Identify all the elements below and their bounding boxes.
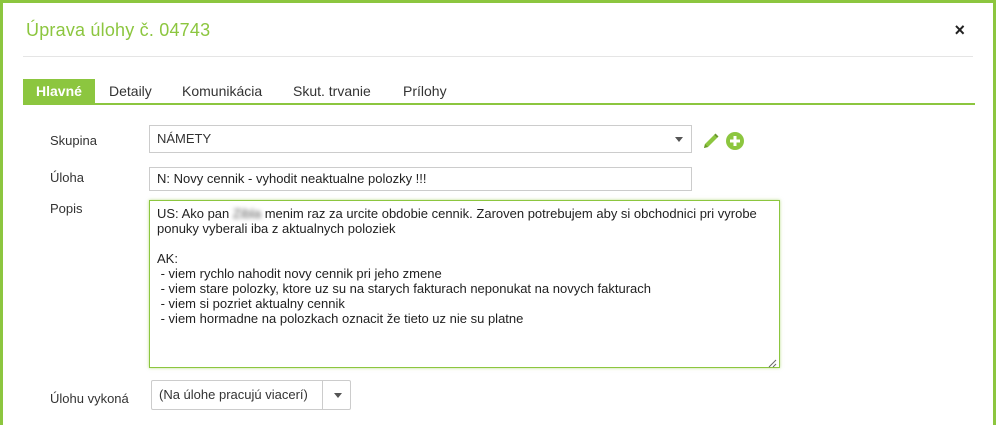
tab-prilohy[interactable]: Prílohy <box>403 79 447 103</box>
close-icon[interactable]: × <box>954 21 965 39</box>
group-select[interactable]: NÁMETY <box>149 125 692 153</box>
tab-hlavne[interactable]: Hlavné <box>23 79 95 103</box>
description-line: - viem rychlo nahodit novy cennik pri je… <box>157 266 442 281</box>
group-label: Skupina <box>50 133 97 148</box>
pencil-icon[interactable] <box>701 131 721 151</box>
dialog-header: Úprava úlohy č. 04743 × <box>23 17 973 57</box>
tab-komunikacia[interactable]: Komunikácia <box>182 79 262 103</box>
dialog-title: Úprava úlohy č. 04743 <box>26 20 211 40</box>
task-input[interactable]: N: Novy cennik - vyhodit neaktualne polo… <box>149 167 692 191</box>
description-line: ponuky vyberali iba z aktualnych polozie… <box>157 221 396 236</box>
task-edit-dialog: Úprava úlohy č. 04743 × Hlavné Detaily K… <box>0 0 996 425</box>
tab-bar: Hlavné Detaily Komunikácia Skut. trvanie… <box>23 79 975 105</box>
task-label: Úloha <box>50 170 84 185</box>
description-line: AK: <box>157 251 178 266</box>
description-line: - viem stare polozky, ktore uz su na sta… <box>157 281 652 296</box>
chevron-down-icon[interactable] <box>322 381 350 409</box>
chevron-down-icon[interactable] <box>663 126 691 152</box>
description-line: - viem hormadne na polozkach oznacit že … <box>157 311 524 326</box>
description-line: US: Ako pan Zibla menim raz za urcite ob… <box>157 206 757 221</box>
resize-handle-icon[interactable] <box>768 356 777 368</box>
assignee-select-value: (Na úlohe pracujú viacerí) <box>159 387 308 402</box>
description-line <box>157 236 772 251</box>
assignee-select[interactable]: (Na úlohe pracujú viacerí) <box>151 380 351 410</box>
redacted-name: Zibla <box>232 206 262 221</box>
description-line: - viem si pozriet aktualny cennik <box>157 296 345 311</box>
group-select-value: NÁMETY <box>157 131 212 146</box>
tab-skut-trvanie[interactable]: Skut. trvanie <box>293 79 371 103</box>
tab-detaily[interactable]: Detaily <box>109 79 152 103</box>
description-textarea[interactable]: US: Ako pan Zibla menim raz za urcite ob… <box>149 200 780 368</box>
assignee-label: Úlohu vykoná <box>50 391 129 406</box>
plus-circle-icon[interactable] <box>725 131 745 151</box>
description-label: Popis <box>50 201 83 216</box>
